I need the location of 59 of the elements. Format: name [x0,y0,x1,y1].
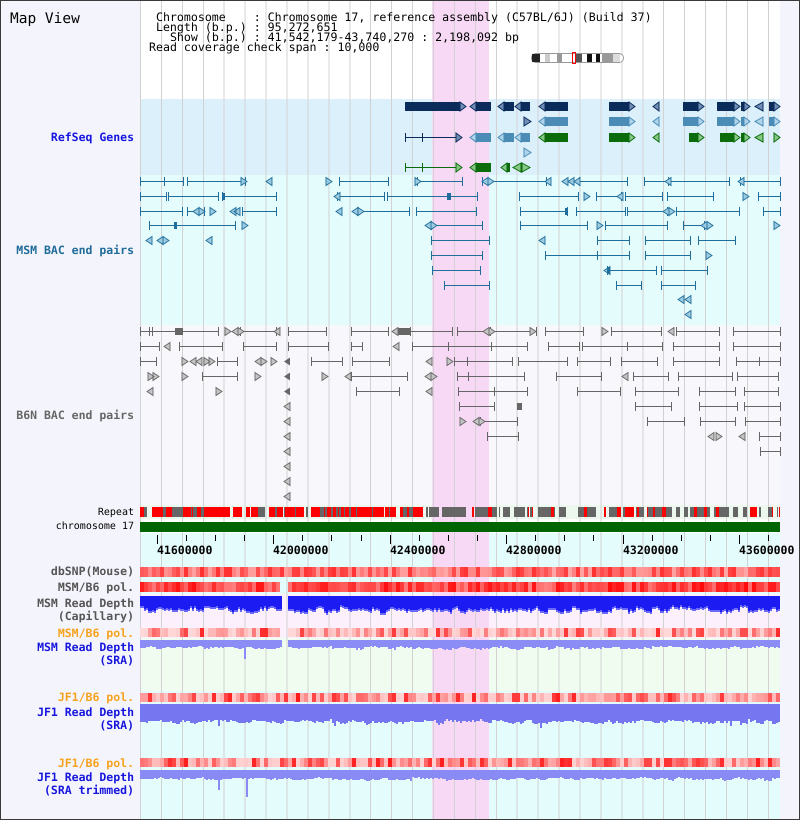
gene-model [683,101,705,112]
gene-model [652,101,660,112]
track-label: MSM Read Depth (Capillary) [36,597,134,622]
gene-model [524,116,532,127]
gene-model [405,101,467,112]
gene-model [514,101,530,112]
gene-model [469,101,491,112]
track-label: MSM/B6 pol. [58,581,134,593]
gene-model [774,132,781,143]
gene-model [497,101,514,112]
info-line: Chromosome : Chromosome 17, reference assembly (C57BL/6J) (Build 37) [156,12,652,22]
gene-model [497,132,514,143]
gene-model [538,116,568,127]
track-label: chromosome 17 [56,520,134,532]
gene-model [538,101,568,112]
track-label: MSM Read Depth (SRA) [36,641,134,666]
axis-tick-label: 43600000 [739,543,794,557]
gene-model [522,162,532,173]
axis-tick-label: 42000000 [273,543,328,557]
track-label: RefSeq Genes [50,131,134,143]
axis-tick-label: 43200000 [623,543,678,557]
gene-model [469,162,491,173]
gene-model [689,132,705,143]
gene-model [754,116,764,127]
gene-model [609,101,636,112]
gene-model [652,132,660,143]
gene-model [514,132,530,143]
info-line: Read coverage check span : 10,000 [149,42,380,52]
track-label: dbSNP(Mouse) [50,565,134,577]
gene-model [769,116,781,127]
gene-model [524,147,532,158]
track-label: MSM BAC end pairs [16,244,134,256]
gene-model [754,132,764,143]
info-line: Length (b.p.) : 95,272,651 [156,22,338,32]
track-label: B6N BAC end pairs [16,409,134,421]
gene-model [469,132,491,143]
gene-model [404,162,463,173]
gene-model [500,162,510,173]
info-line: Show (b.p.) : 41,542,179-43,740,270 : 2,198,092 bp [170,32,519,42]
view-title: Map View [10,11,80,27]
gene-model [538,132,568,143]
gene-model [754,101,764,112]
gene-model [609,132,636,143]
axis-tick-label: 41600000 [157,543,212,557]
track-label: JF1/B6 pol. [58,756,134,768]
chromosome-ideogram-icon [531,52,625,64]
axis-tick-label: 42400000 [390,543,446,557]
axis-tick-label: 42800000 [506,543,562,557]
gene-model [404,132,463,143]
gene-model [512,162,522,173]
gene-model [609,116,636,127]
track-label: JF1/B6 pol. [58,691,134,703]
track-label: JF1 Read Depth (SRA trimmed) [36,771,134,796]
gene-model [769,101,781,112]
gene-model [683,116,705,127]
track-label: Repeat [98,506,134,518]
track-label: JF1 Read Depth (SRA) [36,706,134,731]
track-label: MSM/B6 pol. [58,626,134,638]
gene-model [652,116,660,127]
